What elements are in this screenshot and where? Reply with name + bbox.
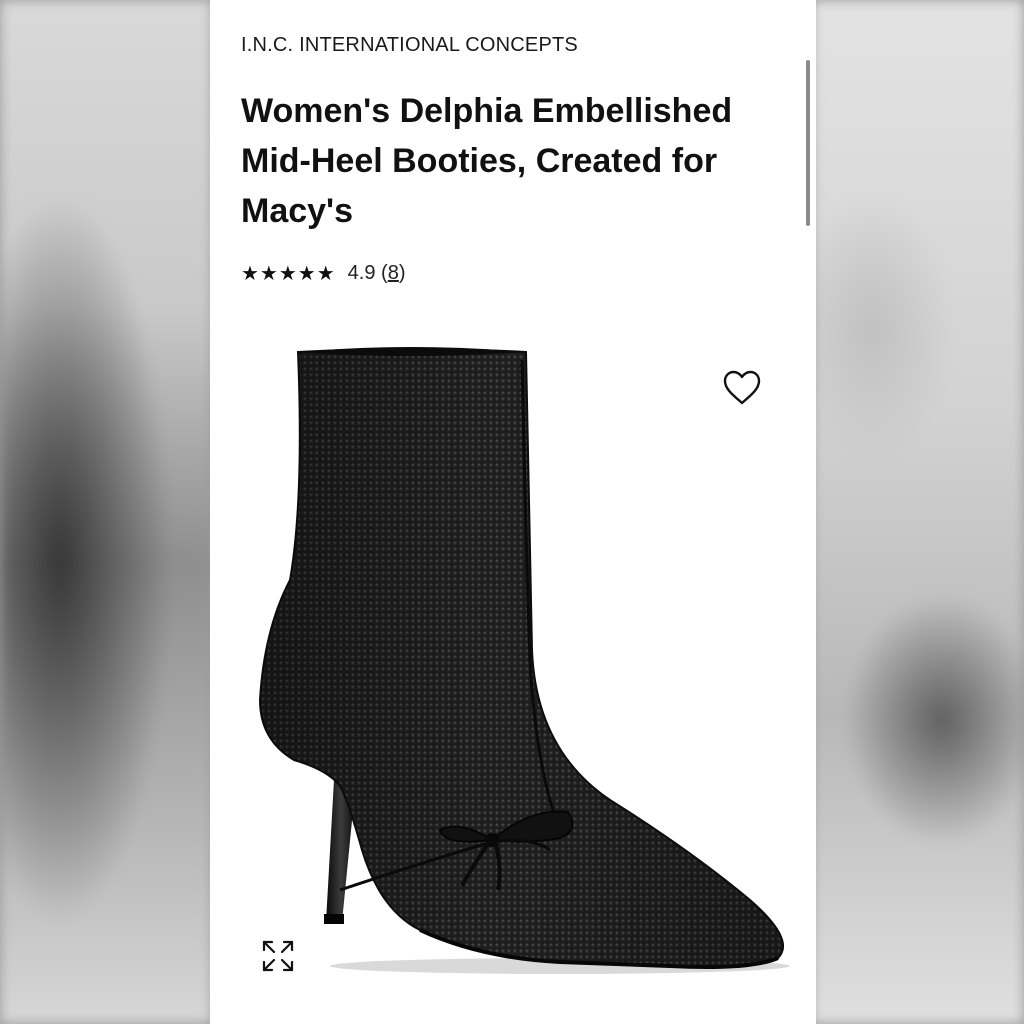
review-count-close-paren: ) xyxy=(398,261,406,284)
boot-heel-tip xyxy=(324,914,344,924)
rating-stars: ★★★★★ xyxy=(241,262,336,285)
expand-image-button[interactable] xyxy=(258,936,298,976)
expand-arrows-icon xyxy=(262,940,294,972)
wishlist-button[interactable] xyxy=(720,366,764,410)
product-image[interactable] xyxy=(230,330,810,990)
rating-summary[interactable]: ★★★★★ 4.9 (8) xyxy=(241,259,406,287)
heart-outline-icon xyxy=(723,370,761,405)
product-title: Women's Delphia Embellished Mid-Heel Boo… xyxy=(241,92,733,230)
blurred-backdrop-left xyxy=(0,0,212,1024)
blurred-backdrop-right xyxy=(812,0,1024,1024)
brand-name[interactable]: I.N.C. INTERNATIONAL CONCEPTS xyxy=(241,34,578,57)
rating-score: 4.9 xyxy=(347,261,376,284)
review-count-open-paren: ( xyxy=(381,261,388,284)
review-count-link[interactable]: 8 xyxy=(388,262,399,284)
scrollbar[interactable] xyxy=(806,60,810,226)
rating-score-group: 4.9 (8) xyxy=(348,262,406,285)
product-page: I.N.C. INTERNATIONAL CONCEPTS Women's De… xyxy=(210,0,816,1024)
